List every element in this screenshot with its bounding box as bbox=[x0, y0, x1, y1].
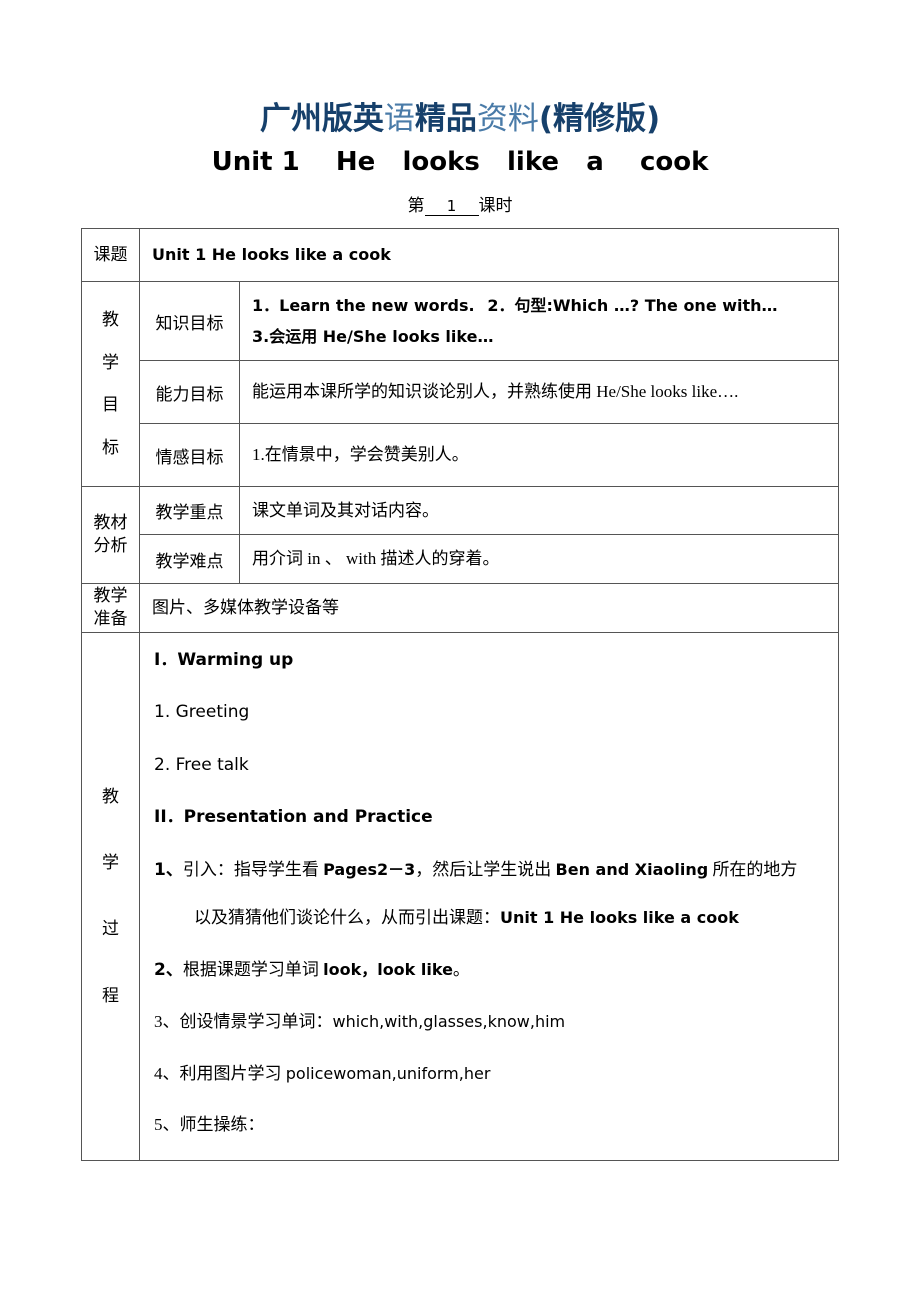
table-row-preparation: 教学 准备 图片、多媒体教学设备等 bbox=[81, 582, 839, 633]
process-item-5-num: 5、 bbox=[154, 1115, 180, 1135]
objective-emotion-value-cell: 1.在情景中，学会赞美别人。 bbox=[239, 423, 839, 487]
process-item-1-en-b: Ben and Xiaoling bbox=[555, 859, 709, 879]
process-item-2-en: look，look like bbox=[323, 959, 453, 979]
page-title: Unit 1 He looks like a cook bbox=[211, 147, 709, 177]
process-item-4-num: 4、 bbox=[154, 1063, 180, 1083]
analysis-difficulty-value: 用介词 in 、 with 描述人的穿着。 bbox=[252, 549, 500, 569]
analysis-key-value: 课文单词及其对话内容。 bbox=[252, 501, 439, 520]
topic-value: Unit 1 He looks like a cook bbox=[140, 231, 838, 278]
objective-knowledge-value: 1．Learn the new words. 2．句型:Which …? The… bbox=[240, 283, 838, 360]
period-prefix: 第 bbox=[407, 196, 425, 215]
topic-value-text: Unit 1 He looks like a cook bbox=[152, 245, 391, 265]
process-item-presentation-text: II．Presentation and Practice bbox=[154, 807, 433, 828]
objective-knowledge-line1a: 1．Learn the new words. bbox=[252, 295, 475, 315]
preparation-label-cell: 教学 准备 bbox=[81, 582, 140, 633]
objective-emotion-label-cell: 情感目标 bbox=[139, 423, 240, 487]
banner-title: 广州版英语精品资料(精修版) bbox=[0, 0, 920, 135]
analysis-difficulty-label-cell: 教学难点 bbox=[139, 534, 240, 584]
process-item-2-text: 根据课题学习单词 bbox=[182, 959, 324, 979]
objective-knowledge-line1b: 2．句型:Which …? The one with… bbox=[487, 295, 778, 315]
process-item-greeting-text: 1. Greeting bbox=[154, 702, 250, 723]
objective-knowledge-value-cell: 1．Learn the new words. 2．句型:Which …? The… bbox=[239, 281, 839, 361]
banner-run-1: 广州版英 bbox=[259, 101, 384, 137]
analysis-key-value-cell: 课文单词及其对话内容。 bbox=[239, 485, 839, 536]
objectives-label: 教学目标 bbox=[102, 310, 119, 457]
period-suffix: 课时 bbox=[478, 196, 513, 215]
topic-value-cell: Unit 1 He looks like a cook bbox=[139, 228, 839, 282]
objective-ability-value: 能运用本课所学的知识谈论别人，并熟练使用 He/She looks like…. bbox=[252, 382, 739, 402]
process-item-4-en: policewoman,uniform,her bbox=[285, 1063, 491, 1083]
objective-ability-value-cell: 能运用本课所学的知识谈论别人，并熟练使用 He/She looks like…. bbox=[239, 360, 839, 424]
process-item-1-wrap: 以及猜猜他们谈论什么，从而引出课题：Unit 1 He looks like a… bbox=[154, 905, 828, 931]
process-item-5: 5、师生操练： bbox=[154, 1112, 828, 1138]
analysis-key-label: 教学重点 bbox=[155, 503, 224, 523]
lesson-plan-page: 广州版英语精品资料(精修版) Unit 1 He looks like a co… bbox=[0, 0, 920, 1302]
process-item-3: 3、创设情景学习单词：which,with,glasses,know,him bbox=[154, 1009, 828, 1035]
table-row-objective-ability: 能力目标 能运用本课所学的知识谈论别人，并熟练使用 He/She looks l… bbox=[82, 360, 839, 424]
process-item-1-text-b: ，然后让学生说出 bbox=[415, 859, 556, 879]
process-item-4: 4、利用图片学习 policewoman,uniform,her bbox=[154, 1061, 828, 1087]
banner-run-3: 精品 bbox=[414, 101, 477, 137]
process-item-1: 1、引入：指导学生看 Pages2－3，然后让学生说出 Ben and Xiao… bbox=[154, 857, 828, 931]
table-row-topic: 课题 Unit 1 He looks like a cook bbox=[81, 228, 839, 282]
process-item-2: 2、根据课题学习单词 look，look like。 bbox=[154, 957, 828, 984]
process-item-1-en-a: Pages2－3 bbox=[323, 859, 416, 879]
objective-knowledge-line2: 3.会运用 He/She looks like… bbox=[252, 321, 830, 352]
preparation-value: 图片、多媒体教学设备等 bbox=[152, 598, 339, 618]
table-row-objective-knowledge: 教学目标 知识目标 1．Learn the new words. 2．句型:Wh… bbox=[81, 281, 839, 487]
process-item-free-talk: 2. Free talk bbox=[154, 752, 828, 779]
topic-label: 课题 bbox=[93, 244, 128, 264]
analysis-key-label-cell: 教学重点 bbox=[139, 485, 240, 536]
analysis-label: 教材 分析 bbox=[93, 513, 128, 555]
process-item-warming-up: I．Warming up bbox=[154, 647, 828, 674]
analysis-difficulty-value-cell: 用介词 in 、 with 描述人的穿着。 bbox=[239, 534, 839, 584]
banner-run-5: (精修版) bbox=[538, 101, 661, 137]
banner-run-2: 语 bbox=[383, 101, 415, 137]
process-item-2-num: 2、 bbox=[154, 959, 183, 980]
objective-knowledge-line2-text: 3.会运用 He/She looks like… bbox=[252, 327, 494, 346]
process-label: 教学过程 bbox=[102, 786, 119, 1005]
objective-knowledge-line1: 1．Learn the new words. 2．句型:Which …? The… bbox=[252, 290, 830, 321]
process-label-cell: 教学过程 bbox=[81, 631, 140, 1161]
table-row-objective-emotion: 情感目标 1.在情景中，学会赞美别人。 bbox=[82, 423, 839, 487]
process-item-1-num: 1、 bbox=[154, 859, 183, 880]
process-item-4-text: 利用图片学习 bbox=[179, 1063, 286, 1083]
objective-emotion-value: 1.在情景中，学会赞美别人。 bbox=[252, 445, 469, 465]
objective-knowledge-label-cell: 知识目标 bbox=[139, 281, 240, 361]
objectives-label-cell: 教学目标 bbox=[81, 281, 140, 487]
process-item-free-talk-text: 2. Free talk bbox=[154, 754, 249, 775]
process-item-3-num: 3、 bbox=[154, 1012, 180, 1032]
topic-label-cell: 课题 bbox=[81, 228, 140, 282]
objective-ability-label: 能力目标 bbox=[155, 384, 224, 404]
table-row-process: 教学过程 I．Warming up 1. Greeting 2. Free ta… bbox=[81, 631, 839, 1161]
process-item-warming-up-text: I．Warming up bbox=[154, 649, 294, 670]
preparation-value-cell: 图片、多媒体教学设备等 bbox=[139, 582, 839, 633]
process-item-1-wrap-text: 以及猜猜他们谈论什么，从而引出课题： bbox=[194, 908, 500, 928]
process-item-3-en: which,with,glasses,know,him bbox=[332, 1012, 566, 1032]
preparation-label: 教学 准备 bbox=[93, 585, 128, 628]
period-line: 第 1 课时 bbox=[0, 191, 920, 216]
period-value: 1 bbox=[424, 198, 479, 216]
analysis-label-cell: 教材 分析 bbox=[81, 486, 140, 584]
objective-emotion-label: 情感目标 bbox=[155, 447, 224, 467]
process-item-greeting: 1. Greeting bbox=[154, 699, 828, 726]
process-item-3-text: 创设情景学习单词： bbox=[179, 1012, 333, 1032]
objective-knowledge-label: 知识目标 bbox=[155, 313, 224, 333]
process-item-presentation: II．Presentation and Practice bbox=[154, 804, 828, 831]
process-item-5-text: 师生操练： bbox=[179, 1115, 265, 1135]
process-item-1-wrap-en: Unit 1 He looks like a cook bbox=[500, 908, 739, 928]
table-row-analysis-difficulty: 教学难点 用介词 in 、 with 描述人的穿着。 bbox=[82, 534, 839, 584]
objective-ability-label-cell: 能力目标 bbox=[139, 360, 240, 424]
lesson-plan-table: 课题 Unit 1 He looks like a cook 教学目标 知识目标 bbox=[81, 228, 839, 1161]
process-value-cell: I．Warming up 1. Greeting 2. Free talk II… bbox=[139, 631, 839, 1161]
table-row-analysis-key: 教材 分析 教学重点 课文单词及其对话内容。 bbox=[81, 485, 839, 584]
process-item-1-text-c: 所在的地方 bbox=[708, 859, 798, 879]
analysis-difficulty-label: 教学难点 bbox=[155, 551, 224, 571]
process-item-1-text-a: 引入：指导学生看 bbox=[182, 859, 324, 879]
banner-run-4: 资料 bbox=[476, 101, 539, 137]
process-list: I．Warming up 1. Greeting 2. Free talk II… bbox=[140, 633, 838, 1160]
process-item-2-tail: 。 bbox=[452, 959, 470, 979]
